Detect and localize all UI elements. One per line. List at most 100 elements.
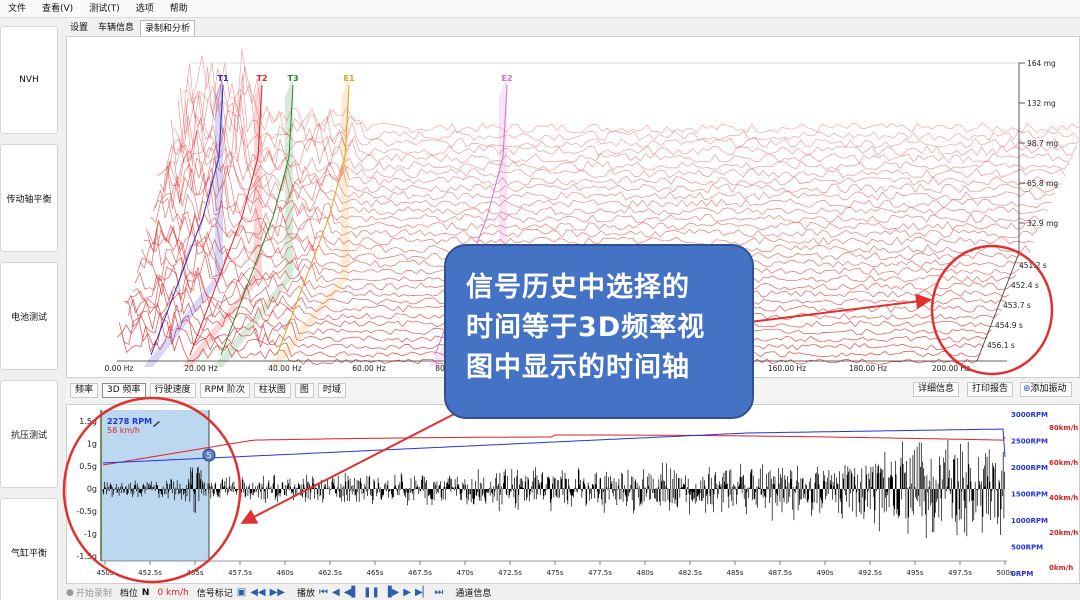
amplitude-tick-label: 65.8 mg <box>1027 179 1058 188</box>
playback-control: 播放 ⏮ ◀ ◀▌ ❚❚ ▐▶ ▶ ▶▏ ⏭ <box>297 586 447 599</box>
view-drive-speed-button[interactable]: 行驶速度 <box>149 382 196 398</box>
skip-start-icon[interactable]: ⏮ <box>319 587 328 598</box>
kmh-tick-label: 80km/h <box>1049 424 1078 432</box>
time-tick-label: 472.5s <box>498 569 522 577</box>
gear-indicator: 档位 N <box>119 586 150 600</box>
kmh-tick-label: 20km/h <box>1049 529 1078 537</box>
playback-label: 播放 <box>297 589 316 599</box>
callout-line-1: 信号历史中选择的 <box>466 272 690 303</box>
view-histogram-button[interactable]: 柱状图 <box>253 382 291 398</box>
step-forward-icon[interactable]: ▶▏ <box>415 587 430 598</box>
time-tick-label: 475s <box>546 569 563 577</box>
frequency-tick-label: 60.00 Hz <box>352 364 385 373</box>
nav-compression-test[interactable]: 抗压测试 <box>0 380 58 488</box>
skip-end-icon[interactable]: ⏭ <box>434 587 443 598</box>
time-tick-label: 480s <box>636 569 653 577</box>
marker-prev-icon[interactable]: ◀◀ <box>250 587 265 598</box>
callout-line-3: 图中显示的时间轴 <box>466 352 690 383</box>
menu-help[interactable]: 帮助 <box>162 0 196 18</box>
g-tick-label: 0.5g <box>79 462 97 471</box>
rpm-readout: 2278 RPM <box>107 417 152 426</box>
frequency-tick-label: 180.00 Hz <box>849 364 887 373</box>
nav-cylinder-balance[interactable]: 气缸平衡 <box>0 498 58 600</box>
time-tick-label: 497.5s <box>948 569 972 577</box>
spectrum-trace <box>175 94 1070 171</box>
menu-options[interactable]: 选项 <box>128 0 162 18</box>
marker-label: T1 <box>217 74 228 83</box>
marker-label: T2 <box>256 74 267 83</box>
menu-file[interactable]: 文件 <box>0 0 34 18</box>
view-time-domain-button[interactable]: 时域 <box>317 382 346 398</box>
spectrum-trace <box>170 113 1063 186</box>
rpm-tick-label: 3000RPM <box>1011 411 1048 419</box>
tab-vehicle-info[interactable]: 车辆信息 <box>94 20 138 36</box>
menu-bar: 文件 查看(V) 测试(T) 选项 帮助 <box>0 0 1080 18</box>
spectrum-trace <box>179 82 1077 156</box>
details-button[interactable]: 详细信息 <box>913 382 960 397</box>
time-tick-label: 452.4 s <box>1011 281 1039 290</box>
frame-back-icon[interactable]: ◀▌ <box>344 587 359 598</box>
marker-label: T3 <box>287 74 298 83</box>
add-vibration-icon: ⊕ <box>1023 384 1031 394</box>
menu-view[interactable]: 查看(V) <box>34 0 81 18</box>
view-graph-button[interactable]: 图 <box>294 382 314 398</box>
channel-info-button[interactable]: 通道信息 <box>455 586 491 599</box>
view-rpm-order-button[interactable]: RPM 阶次 <box>199 382 250 398</box>
record-control[interactable]: ● 开始录制 <box>66 586 112 600</box>
add-vibration-button[interactable]: ⊕添加振动 <box>1020 382 1072 397</box>
signal-history-panel[interactable]: 1.5g 1g 0.5g 0g -0.5g -1g -1.5g 3000RPM 2500RPM 2… <box>66 404 1080 584</box>
waveform-path <box>102 439 1005 539</box>
marker-label: E2 <box>501 74 512 83</box>
print-report-button[interactable]: 打印报告 <box>967 382 1014 397</box>
frequency-tick-label: 20.00 Hz <box>184 364 217 373</box>
time-tick-label: 456.1 s <box>987 341 1015 350</box>
nav-nvh-label: NVH <box>19 75 39 85</box>
tab-settings[interactable]: 设置 <box>66 20 92 36</box>
signal-history-chart[interactable]: 1.5g 1g 0.5g 0g -0.5g -1g -1.5g 3000RPM 2500RPM 2… <box>67 405 1079 583</box>
left-navigation: NVH 传动轴平衡 电池测试 抗压测试 气缸平衡 <box>0 20 62 600</box>
g-tick-label: 1g <box>87 440 97 449</box>
nav-nvh[interactable]: NVH <box>0 26 58 134</box>
speed-indicator: 0 km/h <box>157 587 189 598</box>
nav-battery-test[interactable]: 电池测试 <box>0 262 58 370</box>
speed-readout: 58 km/h <box>107 426 140 435</box>
play-icon[interactable]: ▶ <box>403 587 411 598</box>
nav-driveshaft-balance[interactable]: 传动轴平衡 <box>0 144 58 252</box>
g-tick-label: 1.5g <box>79 417 97 426</box>
tab-record-analysis[interactable]: 录制和分析 <box>140 20 196 36</box>
time-tick-label: 485s <box>726 569 743 577</box>
step-back-icon[interactable]: ◀ <box>332 587 340 598</box>
menu-test[interactable]: 测试(T) <box>81 0 128 18</box>
view-frequency-button[interactable]: 频率 <box>70 382 99 398</box>
marker-box-icon[interactable]: ▣ <box>237 587 246 598</box>
time-tick-label: 465s <box>366 569 383 577</box>
spectrum-trace <box>177 85 1074 164</box>
time-tick-label: 490s <box>816 569 833 577</box>
rpm-tick-label: 2000RPM <box>1011 464 1048 472</box>
rpm-tick-label: 1500RPM <box>1011 491 1048 499</box>
time-tick-label: 492.5s <box>858 569 882 577</box>
time-tick-label: 487.5s <box>768 569 792 577</box>
nav-driveshaft-balance-label: 传动轴平衡 <box>6 194 52 205</box>
frequency-tick-label: 40.00 Hz <box>268 364 301 373</box>
signal-marker-control[interactable]: 信号标记 ▣ ◀◀ ▶▶ <box>197 586 289 599</box>
marker-label: E1 <box>343 74 354 83</box>
gear-label: 档位 <box>119 589 138 599</box>
time-tick-label: 470s <box>456 569 473 577</box>
rpm-tick-label: 500RPM <box>1011 544 1043 552</box>
time-tick-label: 451.2 s <box>1019 261 1047 270</box>
kmh-tick-label: 60km/h <box>1049 459 1078 467</box>
frame-forward-icon[interactable]: ▐▶ <box>384 587 399 598</box>
marker-next-icon[interactable]: ▶▶ <box>270 587 285 598</box>
rpm-curve <box>102 428 1006 464</box>
time-tick-label: 454.9 s <box>995 321 1023 330</box>
add-vibration-label: 添加振动 <box>1030 384 1067 394</box>
pause-icon[interactable]: ❚❚ <box>363 587 380 598</box>
amplitude-tick-label: 132 mg <box>1027 99 1056 108</box>
kmh-tick-label: 0km/h <box>1049 564 1073 572</box>
time-tick-label: 453.7 s <box>1003 301 1031 310</box>
spectrum-trace <box>184 63 1080 141</box>
record-icon: ● <box>66 587 74 598</box>
kmh-tick-label: 40km/h <box>1049 494 1078 502</box>
view-3d-frequency-button[interactable]: 3D 频率 <box>102 382 146 398</box>
